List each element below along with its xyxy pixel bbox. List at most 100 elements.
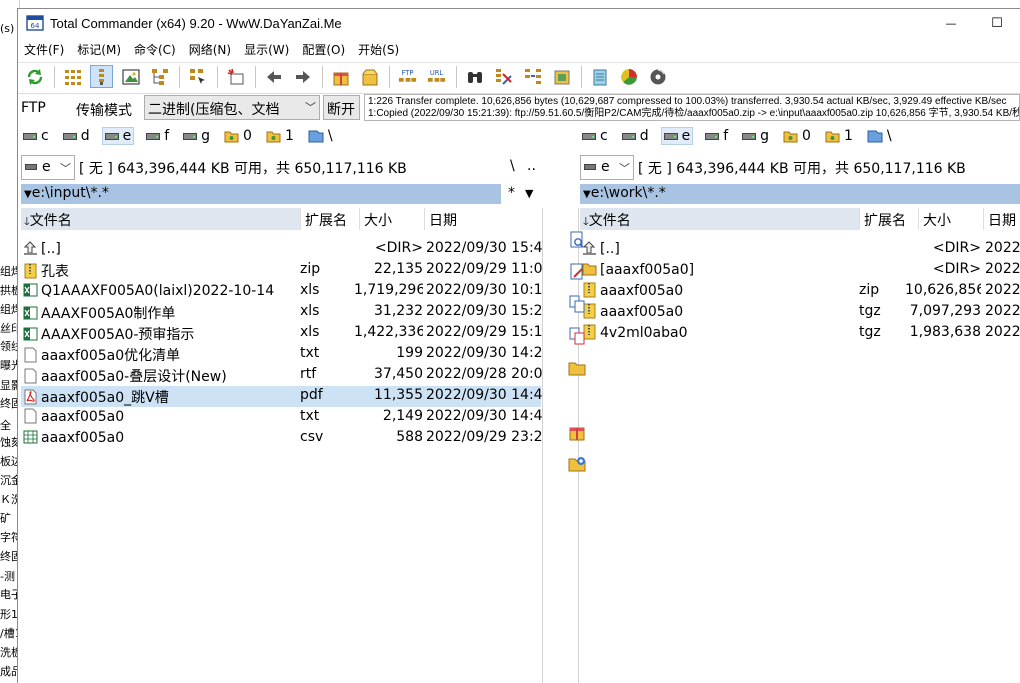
drive-button-1[interactable]: 1 [823,128,855,144]
multi-rename-icon[interactable] [492,65,515,88]
edit-icon[interactable] [568,263,586,281]
copy-icon[interactable] [568,295,586,313]
move-icon[interactable] [568,327,586,345]
file-row[interactable]: Q1AAAXF005A0(laixl)2022-10-14 xls 1,719,29… [21,281,542,302]
menu-show[interactable]: 显示(W) [238,41,296,58]
drive-button-1[interactable]: 1 [264,128,296,144]
parent-dir-button[interactable]: .. [527,158,536,174]
header-size[interactable]: 大小 [361,208,425,230]
file-size: <DIR> [932,240,981,256]
back-arrow-icon[interactable] [262,65,285,88]
minimize-button[interactable]: — [928,9,974,37]
drive-button-d[interactable]: d [61,128,92,144]
file-date: 2022/09/30 15:43 [426,240,542,256]
menu-mark[interactable]: 标记(M) [71,41,128,58]
drive-letter: g [201,128,211,144]
chart-icon[interactable] [617,65,640,88]
header-name[interactable]: 🡓文件名 [21,208,301,230]
drive-button-g[interactable]: g [740,128,771,144]
drive-button-root[interactable]: \ [306,128,335,144]
ftp-log[interactable]: 1:226 Transfer complete. 10,626,856 byte… [364,94,1020,121]
file-row[interactable]: [aaaxf005a0] <DIR>2022/ [580,260,1020,281]
file-row[interactable]: aaaxf005a0-叠层设计(New) rtf 37,450 2022/09/28 … [21,365,542,386]
menu-configuration[interactable]: 配置(O) [296,41,352,58]
file-size: 1,719,296 [354,282,423,298]
header-size[interactable]: 大小 [920,208,984,230]
compare-icon[interactable] [550,65,573,88]
drive-button-root[interactable]: \ [865,128,894,144]
file-size: 22,135 [374,261,423,277]
drive-button-c[interactable]: c [580,128,610,144]
header-ext[interactable]: 扩展名 [302,208,360,230]
drive-button-0[interactable]: 0 [222,128,254,144]
invert-selection-icon[interactable] [186,65,209,88]
left-current-path[interactable]: ▼e:\input\*.* [21,184,501,204]
header-date[interactable]: 日期 [426,208,541,230]
file-name: aaaxf005a0 [41,430,125,446]
disconnect-button[interactable]: 断开 [323,95,360,120]
background-text: 形1 [0,608,18,621]
refresh-icon[interactable] [23,65,46,88]
view-icon[interactable] [568,231,586,249]
maximize-button[interactable]: ☐ [974,9,1020,37]
thumbnail-view-icon[interactable] [119,65,142,88]
file-row[interactable]: AAAXF005A0制作单 xls 31,232 2022/09/30 15:22 [21,302,542,323]
unpack-icon[interactable] [358,65,381,88]
pack-icon[interactable] [568,423,586,441]
file-row[interactable]: 孔表 zip 22,135 2022/09/29 11:03 [21,260,542,281]
menu-net[interactable]: 网络(N) [183,41,238,58]
file-row[interactable]: aaaxf005a0优化清单 txt 199 2022/09/30 14:27 [21,344,542,365]
new-folder-plus-icon[interactable] [568,455,586,473]
right-drive-select[interactable]: e ﹀ [580,155,634,180]
file-date: 2022/ [985,324,1020,340]
file-row[interactable]: aaaxf005a0_跳V槽 pdf 11,355 2022/09/30 14:48 [21,386,542,407]
history-button[interactable]: * [508,185,515,201]
file-row[interactable]: aaaxf005a0 txt 2,149 2022/09/30 14:47 [21,407,542,428]
transfer-mode-select[interactable]: 二进制(压缩包、文档 ﹀ [144,95,320,120]
file-row[interactable]: aaaxf005a0 tgz 7,097,2932022/ [580,302,1020,323]
new-window-icon[interactable] [224,65,247,88]
drive-button-c[interactable]: c [21,128,51,144]
ftp-label: FTP [21,100,46,116]
tree-view-icon[interactable] [148,65,171,88]
drive-letter: d [80,128,90,144]
header-date[interactable]: 日期 [985,208,1020,230]
brief-view-icon[interactable] [61,65,84,88]
title-bar[interactable]: 64 Total Commander (x64) 9.20 - WwW.DaYa… [18,9,1020,37]
drive-button-0[interactable]: 0 [781,128,813,144]
file-row[interactable]: [..] <DIR> 2022/09/30 15:43 [21,239,542,260]
hotlist-button[interactable]: ▼ [525,187,533,200]
new-folder-icon[interactable] [568,359,586,377]
file-row[interactable]: 4v2ml0aba0 tgz 1,983,6382022/ [580,323,1020,344]
find-icon[interactable] [463,65,486,88]
drive-button-e[interactable]: e [101,127,135,145]
menu-commands[interactable]: 命令(C) [128,41,183,58]
chevron-down-icon: ﹀ [60,162,71,175]
drive-button-f[interactable]: f [703,128,730,144]
file-row[interactable]: [..] <DIR>2022/ [580,239,1020,260]
drive-button-e[interactable]: e [660,127,694,145]
forward-arrow-icon[interactable] [291,65,314,88]
header-name[interactable]: 🡓文件名 [580,208,860,230]
pack-icon[interactable] [329,65,352,88]
drive-button-d[interactable]: d [620,128,651,144]
menu-start[interactable]: 开始(S) [352,41,406,58]
file-row[interactable]: aaaxf005a0 csv 588 2022/09/29 23:24 [21,428,542,449]
notepad-icon[interactable] [588,65,611,88]
menu-file[interactable]: 文件(F) [18,41,71,58]
ftp-connect-icon[interactable]: FTP [396,65,419,88]
file-ext: xls [300,303,320,319]
left-drive-select[interactable]: e ﹀ [21,155,75,180]
disk-icon[interactable] [646,65,669,88]
file-row[interactable]: AAAXF005A0-预审指示 xls 1,422,336 2022/09/29 15… [21,323,542,344]
sync-dirs-icon[interactable] [521,65,544,88]
file-size: 10,626,856 [905,282,981,298]
drive-button-f[interactable]: f [144,128,171,144]
url-connect-icon[interactable]: URL [425,65,448,88]
header-ext[interactable]: 扩展名 [861,208,919,230]
detail-view-icon[interactable] [90,65,113,88]
root-dir-button[interactable]: \ [510,158,515,174]
file-row[interactable]: aaaxf005a0 zip 10,626,8562022/ [580,281,1020,302]
right-current-path[interactable]: ▼e:\work\*.* [580,184,1020,204]
drive-button-g[interactable]: g [181,128,212,144]
